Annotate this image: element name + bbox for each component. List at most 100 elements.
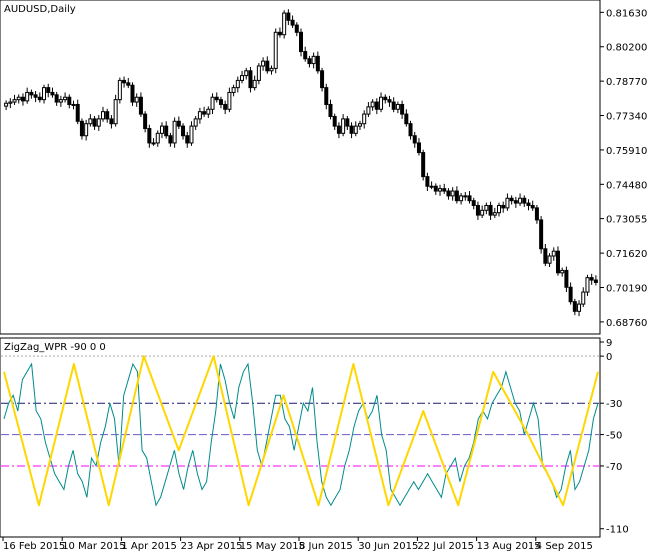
candle-body [168,135,173,144]
candle [130,82,135,106]
candle [555,246,560,276]
candle-body [505,197,510,209]
indicator-tick-label: 9 [606,338,612,349]
candle [421,149,426,181]
candle-body [227,91,232,110]
candle-body [202,111,207,115]
time-tick-label: 22 Jul 2015 [417,541,474,552]
candle-body [357,123,362,127]
candle-body [463,195,468,198]
candle-body [25,91,30,102]
candle-body [446,190,451,197]
candle-body [307,58,312,65]
candle-body [138,96,143,115]
indicator-tick-label: 0 [606,352,612,363]
candle-body [480,209,485,216]
candle-body [589,277,594,281]
candle-body [29,91,34,96]
candle-body [345,118,350,127]
candle-body [252,79,257,89]
time-tick-label: 16 Feb 2015 [3,541,65,552]
candle-body [438,188,443,192]
candle-body [290,19,295,26]
time-tick-label: 23 Apr 2015 [181,541,243,552]
time-tick-label: 13 Aug 2015 [477,541,541,552]
candle-body [42,87,47,101]
candle [282,10,287,39]
price-tick-label: 0.77340 [606,112,647,123]
candle-body [395,103,400,110]
candle [172,117,177,148]
candle-body [172,120,177,144]
candle-body [555,250,560,274]
candle-body [400,103,405,115]
candle-body [572,301,577,312]
candle-body [294,24,299,33]
candle-body [206,108,211,115]
candle-body [197,111,202,120]
indicator-tick-label: -30 [606,399,622,410]
candle-body [122,79,127,84]
candle-body [450,190,455,197]
candle-body [299,31,303,53]
candle-body [46,87,51,93]
candle-body [256,65,261,81]
candle-body [509,197,514,202]
candle-body [282,12,287,36]
candle-body [58,99,63,103]
candle-body [4,102,9,107]
price-tick-label: 0.81630 [606,8,647,19]
price-tick-label: 0.68760 [606,318,647,329]
candle-body [534,207,539,221]
candle-body [341,118,346,134]
candle-body [261,60,266,67]
candle-body [269,67,274,72]
candle-body [50,91,55,96]
candle-body [12,99,17,103]
candle-body [193,118,198,127]
candle-body [117,79,122,101]
candle-body [92,118,97,127]
candle-body [467,195,472,202]
candle-body [185,135,190,144]
candle-body [20,96,25,102]
candle-body [315,55,320,72]
candle-body [324,87,329,105]
candle-body [240,75,245,81]
candle [113,94,118,127]
candle-body [79,120,84,137]
candle-body [374,101,379,110]
candle-body [547,255,552,264]
price-tick-label: 0.80200 [606,43,647,54]
candle-body [581,291,586,305]
candle-body [429,185,434,188]
candle-body [362,113,367,125]
candle-body [311,55,316,65]
indicator-tick-label: -70 [606,462,622,473]
price-tick-label: 0.73055 [606,215,647,226]
candle-body [459,195,464,202]
candle-body [244,70,249,77]
candle-body [328,103,333,117]
candle-body [109,118,114,125]
candle [273,28,278,74]
candle-body [235,79,240,89]
candle-body [568,286,573,303]
candle-body [16,96,21,101]
candle-body [336,125,341,134]
candle-body [551,250,556,257]
time-tick-label: 10 Mar 2015 [62,541,125,552]
candle-body [391,101,396,110]
candle-body [134,96,139,103]
candle-body [488,204,493,216]
candle-body [130,84,135,103]
candle-body [105,111,110,120]
candle-body [539,219,544,250]
candle-body [210,96,215,110]
candle-body [501,204,506,209]
candle [539,216,544,254]
price-tick-label: 0.74480 [606,180,647,191]
candle [117,77,122,104]
price-tick-label: 0.70190 [606,284,647,295]
candle-body [492,212,497,216]
